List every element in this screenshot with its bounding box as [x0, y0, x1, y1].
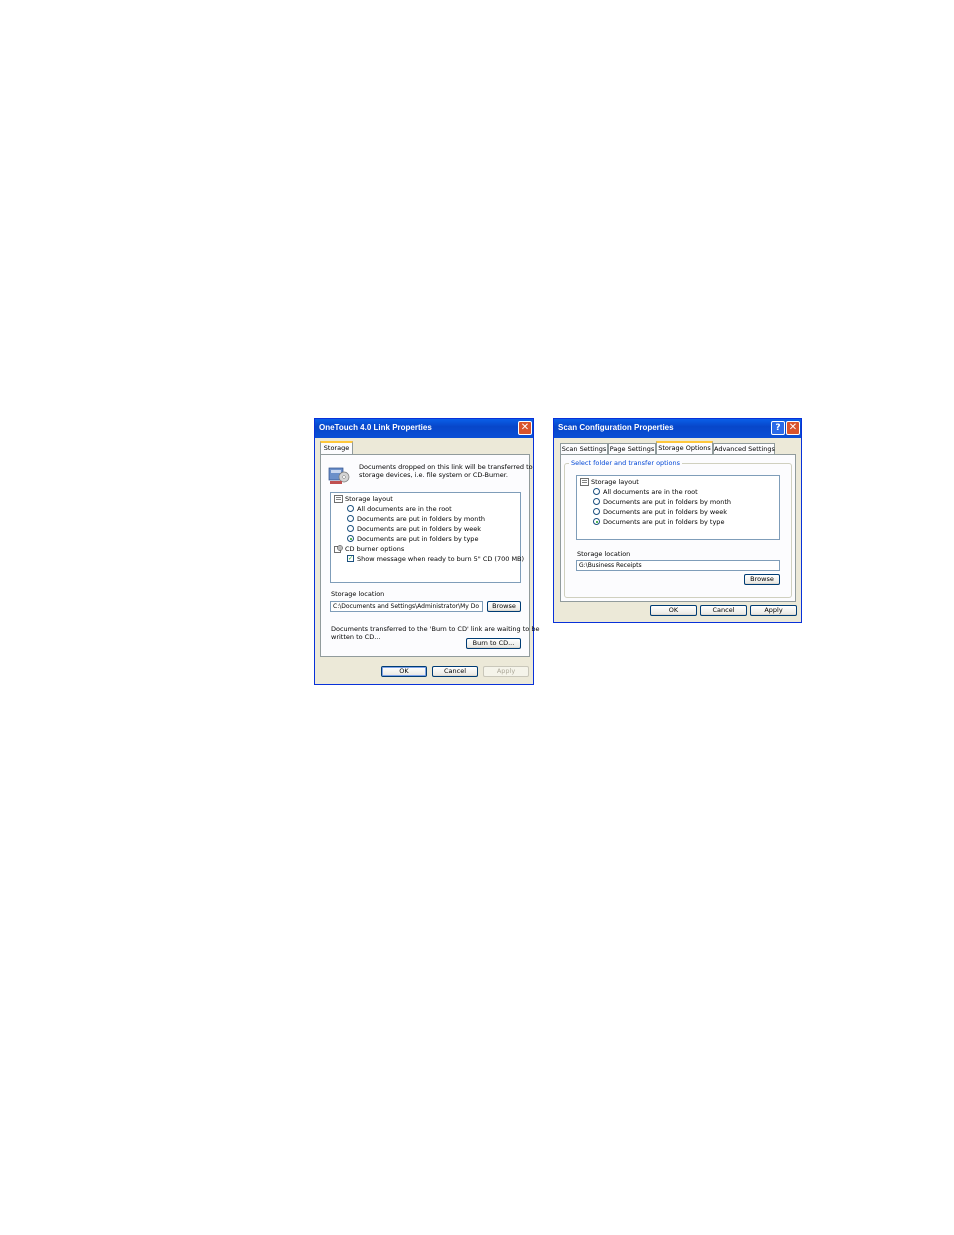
cancel-button[interactable]: Cancel [432, 666, 478, 677]
option-month-label: Documents are put in folders by month [357, 515, 486, 523]
options-tree: Storage layout All documents are in the … [330, 492, 525, 583]
options-tree: Storage layout All documents are in the … [576, 475, 780, 540]
option-type-label: Documents are put in folders by type [603, 518, 725, 526]
radio-root[interactable] [347, 505, 354, 512]
help-icon[interactable]: ? [771, 421, 785, 435]
storage-location-field[interactable]: C:\Documents and Settings\Administrator\… [330, 601, 483, 612]
cd-message-label: Show message when ready to burn 5" CD (7… [357, 555, 525, 563]
onetouch-link-properties-dialog: OneTouch 4.0 Link Properties ✕ Storage D… [314, 418, 539, 685]
browse-button[interactable]: Browse [487, 601, 521, 612]
tab-strip: Storage [320, 441, 530, 454]
storage-layout-label: Storage layout [345, 495, 393, 503]
option-month-label: Documents are put in folders by month [603, 498, 732, 506]
radio-type[interactable] [593, 518, 600, 525]
option-week-label: Documents are put in folders by week [357, 525, 481, 533]
storage-panel: Documents dropped on this link will be t… [320, 454, 539, 657]
storage-location-label: Storage location [331, 590, 385, 598]
radio-month[interactable] [593, 498, 600, 505]
dialog-title: Scan Configuration Properties [558, 423, 674, 432]
radio-root[interactable] [593, 488, 600, 495]
browse-button[interactable]: Browse [744, 574, 780, 585]
cd-burner-label: CD burner options [345, 545, 405, 553]
option-week-label: Documents are put in folders by week [603, 508, 727, 516]
title-bar[interactable]: OneTouch 4.0 Link Properties ✕ [315, 419, 533, 438]
description-line-1: Documents dropped on this link will be t… [359, 463, 533, 471]
burn-to-cd-button[interactable]: Burn to CD... [466, 638, 521, 649]
group-label: Select folder and transfer options [569, 459, 683, 467]
ok-button[interactable]: OK [650, 605, 697, 616]
storage-options-panel: Select folder and transfer options Stora… [560, 454, 796, 602]
cd-burner-icon [334, 545, 343, 553]
apply-button[interactable]: Apply [750, 605, 797, 616]
tab-advanced-settings[interactable]: Advanced Settings [713, 443, 775, 454]
burn-message-line-2: written to CD... [331, 633, 381, 641]
cd-message-checkbox[interactable]: ✓ [347, 555, 354, 562]
option-root-label: All documents are in the root [357, 505, 452, 513]
title-bar[interactable]: Scan Configuration Properties ? ✕ [554, 419, 801, 438]
radio-week[interactable] [593, 508, 600, 515]
radio-week[interactable] [347, 525, 354, 532]
radio-month[interactable] [347, 515, 354, 522]
burn-message-line-1: Documents transferred to the 'Burn to CD… [331, 625, 540, 633]
radio-type[interactable] [347, 535, 354, 542]
dialog-title: OneTouch 4.0 Link Properties [319, 423, 432, 432]
storage-location-label: Storage location [577, 550, 631, 558]
option-type-label: Documents are put in folders by type [357, 535, 479, 543]
storage-layout-label: Storage layout [591, 478, 639, 486]
scan-configuration-properties-dialog: Scan Configuration Properties ? ✕ Scan S… [553, 418, 802, 623]
tab-page-settings[interactable]: Page Settings [608, 443, 656, 454]
description-line-2: storage devices, i.e. file system or CD-… [359, 471, 508, 479]
apply-button[interactable]: Apply [483, 666, 529, 677]
tab-storage[interactable]: Storage [320, 441, 353, 454]
close-icon[interactable]: ✕ [786, 421, 800, 435]
cancel-button[interactable]: Cancel [700, 605, 747, 616]
tab-storage-options[interactable]: Storage Options [656, 441, 713, 454]
ok-button[interactable]: OK [381, 666, 427, 677]
storage-layout-icon [580, 478, 589, 486]
close-icon[interactable]: ✕ [518, 421, 532, 435]
storage-layout-icon [334, 495, 343, 503]
storage-devices-icon [328, 467, 350, 484]
tab-strip: Scan Settings Page Settings Storage Opti… [560, 441, 796, 454]
tab-scan-settings[interactable]: Scan Settings [560, 443, 608, 454]
option-root-label: All documents are in the root [603, 488, 698, 496]
storage-location-field[interactable]: G:\Business Receipts [576, 560, 780, 571]
